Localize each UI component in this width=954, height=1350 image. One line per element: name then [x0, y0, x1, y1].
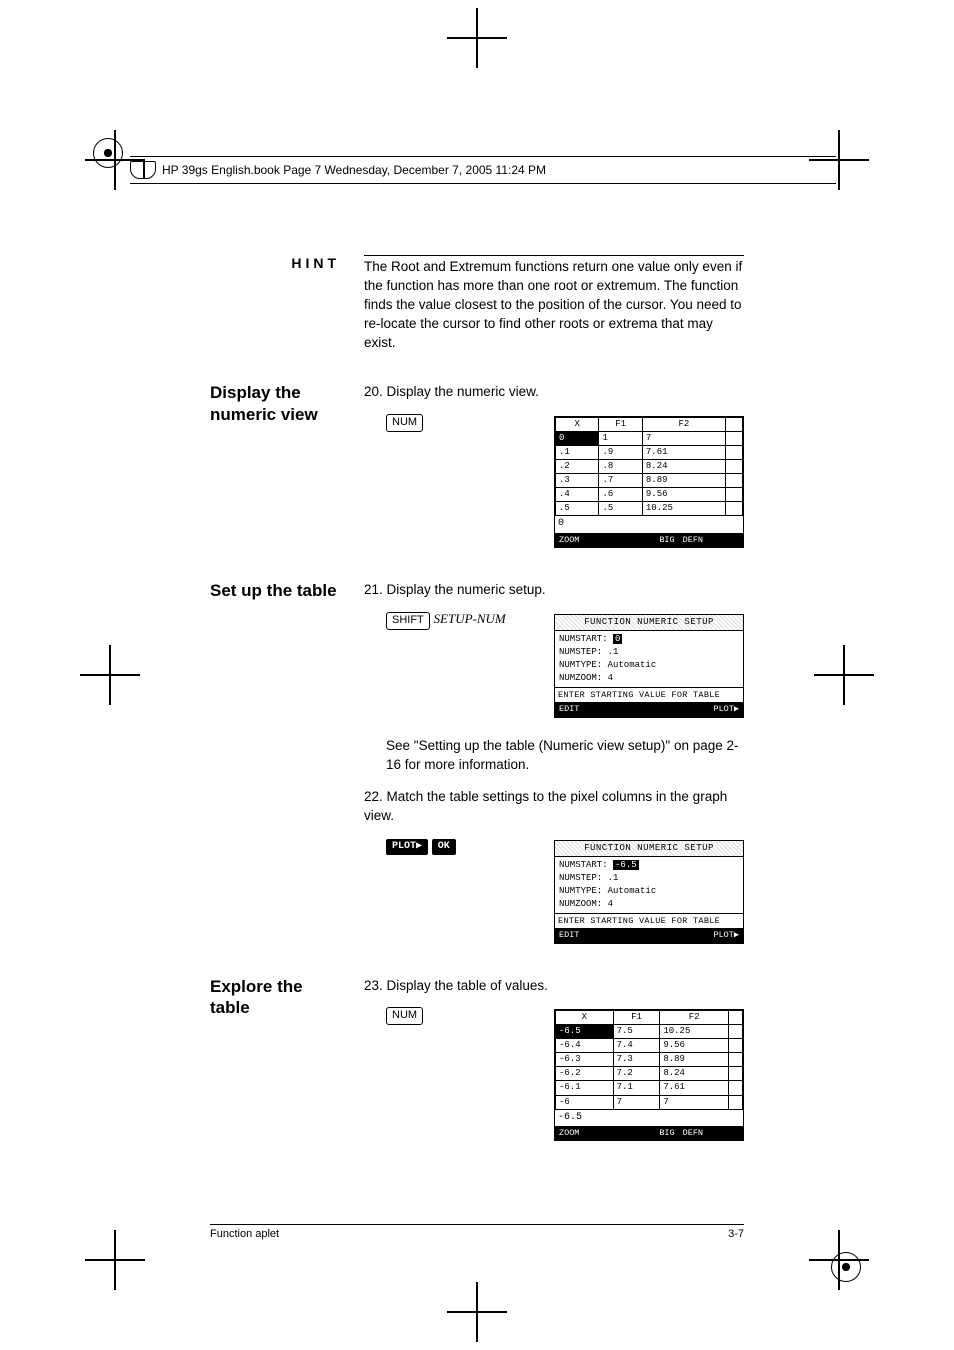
section-explore: Explore the table 23. Display the table … — [210, 976, 744, 1142]
key-num-1: NUM — [386, 414, 423, 432]
step-22: 22. Match the table settings to the pixe… — [364, 787, 744, 826]
page-footer: Function aplet 3-7 — [210, 1224, 744, 1240]
calc-title-s1: FUNCTION NUMERIC SETUP — [555, 615, 743, 631]
register-circle-br — [831, 1252, 861, 1282]
book-icon — [130, 161, 156, 179]
header-text: HP 39gs English.book Page 7 Wednesday, D… — [162, 163, 546, 177]
crop-mark-top — [447, 8, 507, 68]
calc-screen-setup2: FUNCTION NUMERIC SETUP NUMSTART: -6.5NUM… — [554, 840, 744, 944]
step-20: 20. Display the numeric view. — [364, 382, 744, 402]
footer-right: 3-7 — [728, 1228, 744, 1240]
para-see-setting: See "Setting up the table (Numeric view … — [386, 736, 744, 775]
side-title-explore: Explore the table — [210, 976, 340, 1142]
calc-msg-s2: ENTER STARTING VALUE FOR TABLE — [555, 913, 743, 928]
crop-mark-left — [80, 645, 140, 705]
calc-screen-setup1: FUNCTION NUMERIC SETUP NUMSTART: 0NUMSTE… — [554, 614, 744, 718]
calc-status-2: -6.5 — [555, 1110, 743, 1127]
calc-status-1: 0 — [555, 516, 743, 533]
crop-mark-bottom — [447, 1282, 507, 1342]
hint-text: The Root and Extremum functions return o… — [364, 255, 744, 352]
side-title-setup: Set up the table — [210, 580, 340, 944]
softkey-plot: PLOT▶ — [386, 839, 428, 856]
hint-label: HINT — [210, 255, 340, 352]
step-21: 21. Display the numeric setup. — [364, 580, 744, 600]
calc-title-s2: FUNCTION NUMERIC SETUP — [555, 841, 743, 857]
softkey-ok: OK — [432, 839, 456, 856]
key-shift: SHIFT — [386, 612, 430, 630]
section-setup-table: Set up the table 21. Display the numeric… — [210, 580, 744, 944]
side-title-display: Display the numeric view — [210, 382, 340, 548]
frame-header: HP 39gs English.book Page 7 Wednesday, D… — [130, 156, 836, 184]
calc-screen-num1: XF1F2017.1.97.61.2.88.24.3.78.89.4.69.56… — [554, 416, 744, 548]
step-23: 23. Display the table of values. — [364, 976, 744, 996]
footer-left: Function aplet — [210, 1228, 279, 1240]
key-num-2: NUM — [386, 1007, 423, 1025]
key-shift-label: SETUP-NUM — [434, 611, 506, 626]
calc-msg-s1: ENTER STARTING VALUE FOR TABLE — [555, 687, 743, 702]
crop-mark-right — [814, 645, 874, 705]
register-circle-tl — [93, 138, 123, 168]
crop-corner-bl — [85, 1230, 145, 1290]
calc-screen-num2: XF1F2-6.57.510.25-6.47.49.56-6.37.38.89-… — [554, 1009, 744, 1141]
hint-block: HINT The Root and Extremum functions ret… — [210, 255, 744, 352]
section-display-numeric: Display the numeric view 20. Display the… — [210, 382, 744, 548]
page-content: HINT The Root and Extremum functions ret… — [210, 200, 744, 1240]
